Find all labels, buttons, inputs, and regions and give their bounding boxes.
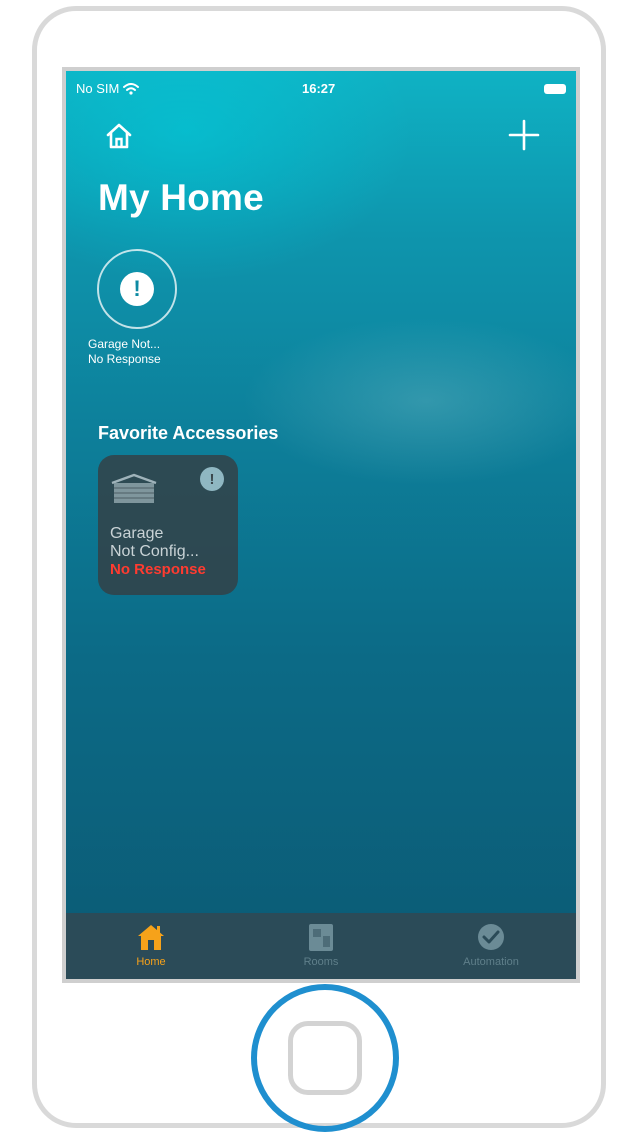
phone-screen: No SIM 16:27 My Home ! Garage Not... No …	[62, 67, 580, 983]
accessory-tile-garage[interactable]: ! Garage Not Config... No Response	[98, 455, 238, 595]
tile-name: Garage Not Config...	[110, 525, 199, 561]
house-outline-icon[interactable]	[104, 121, 134, 151]
tab-rooms-label: Rooms	[303, 956, 339, 968]
tile-alert-icon: !	[200, 467, 224, 491]
plus-icon[interactable]	[506, 117, 542, 153]
status-summary-line1: Garage Not...	[88, 337, 161, 351]
wifi-icon	[123, 82, 140, 95]
tile-name-line2: Not Config...	[110, 543, 199, 560]
status-summary-button[interactable]: !	[97, 249, 177, 329]
status-summary-line2: No Response	[88, 352, 161, 366]
exclamation-icon: !	[120, 272, 154, 306]
favorites-heading: Favorite Accessories	[98, 423, 279, 443]
clock-check-icon	[478, 924, 504, 950]
tab-automation-label: Automation	[463, 956, 519, 968]
status-time: 16:27	[302, 81, 336, 96]
tile-name-line1: Garage	[110, 525, 164, 542]
page-title: My Home	[98, 177, 264, 218]
house-icon	[138, 925, 164, 950]
carrier-group: No SIM	[76, 81, 140, 96]
rooms-icon	[309, 924, 333, 951]
battery-icon	[544, 84, 566, 94]
garage-door-icon	[111, 473, 157, 503]
tile-status: No Response	[110, 561, 206, 578]
tab-home[interactable]: Home	[66, 913, 236, 979]
tab-automation[interactable]: Automation	[406, 913, 576, 979]
tab-home-label: Home	[136, 956, 166, 968]
tab-rooms[interactable]: Rooms	[236, 913, 406, 979]
carrier-label: No SIM	[76, 81, 120, 96]
home-button[interactable]	[288, 1021, 362, 1095]
status-bar: No SIM 16:27	[66, 71, 576, 101]
tab-bar: Home Rooms Automation	[66, 913, 576, 979]
status-summary-caption: Garage Not... No Response	[88, 337, 161, 367]
home-button-highlight[interactable]	[251, 984, 399, 1132]
